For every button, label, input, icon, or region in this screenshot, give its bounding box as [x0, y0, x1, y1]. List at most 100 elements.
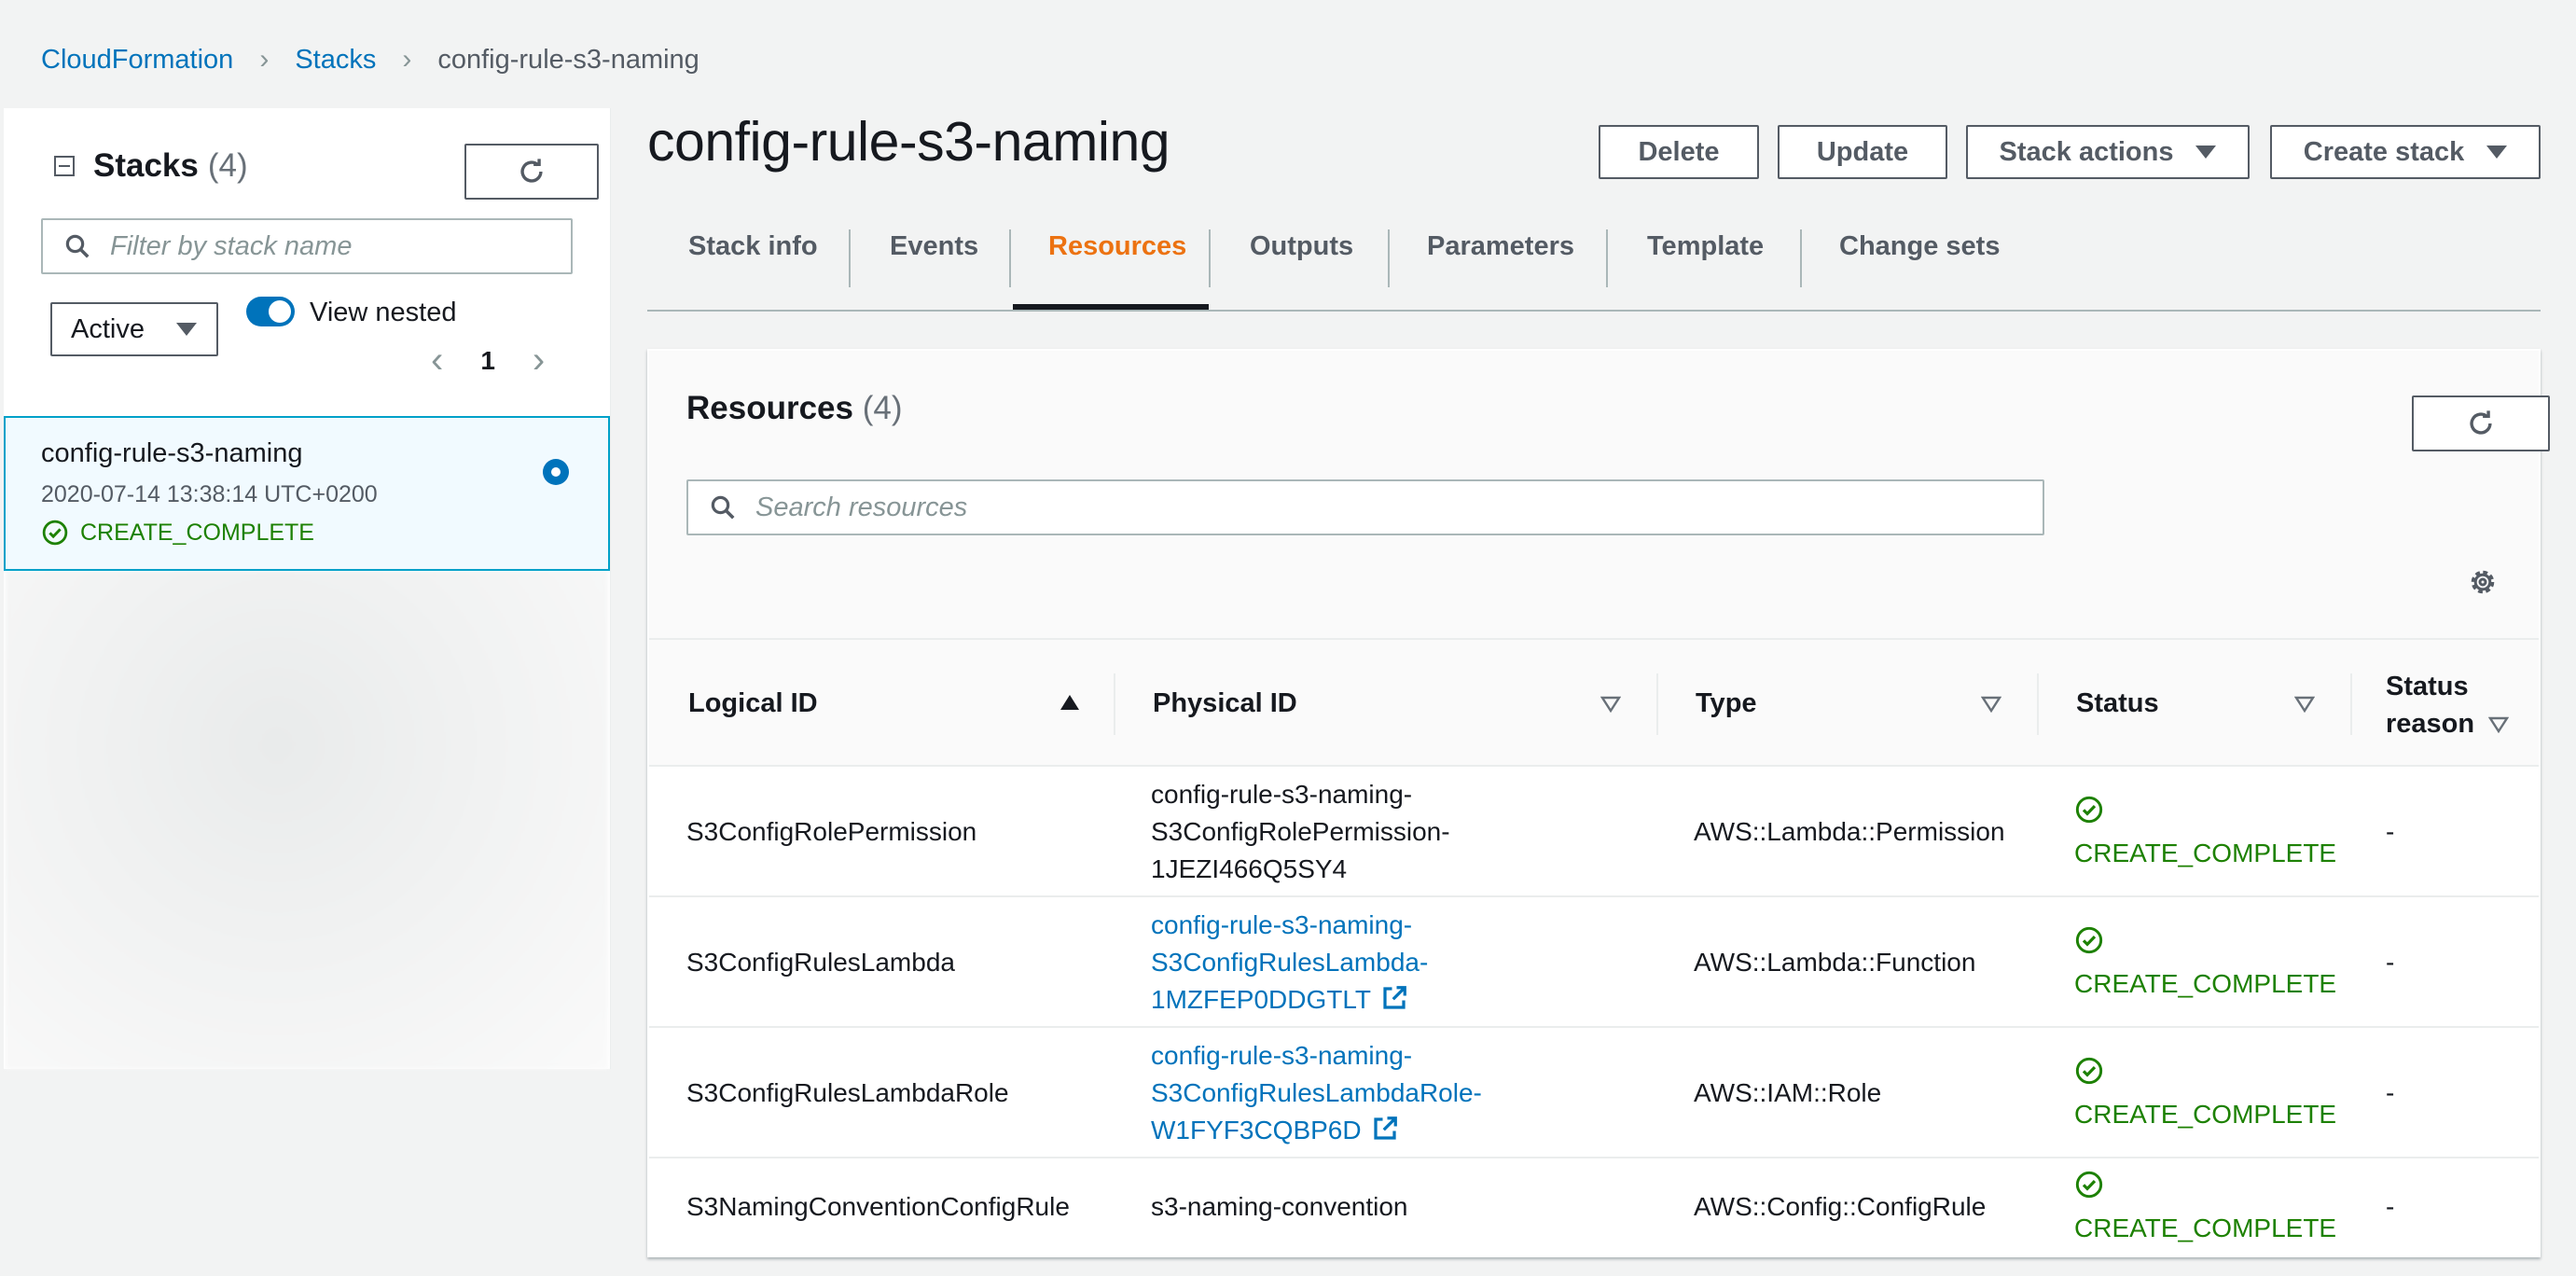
- row-logical-id: S3ConfigRulesLambda: [686, 948, 955, 977]
- view-nested-label: View nested: [310, 298, 457, 327]
- refresh-icon: [2470, 410, 2492, 435]
- breadcrumb-chevron-icon: ›: [402, 44, 412, 75]
- row-status-text: CREATE_COMPLETE: [2074, 839, 2337, 867]
- stack-actions-label: Stack actions: [1999, 136, 2174, 167]
- row-physical-id: config-rule-s3-naming- S3ConfigRolePermi…: [1151, 776, 1450, 888]
- stack-select-radio[interactable]: [543, 459, 569, 485]
- refresh-icon: [520, 159, 543, 183]
- search-icon: [711, 495, 735, 520]
- column-status-reason[interactable]: Status reason: [2386, 668, 2474, 742]
- tab-change-sets[interactable]: Change sets: [1839, 183, 2000, 310]
- physical-id-line: S3ConfigRulesLambda-: [1151, 948, 1429, 977]
- tab-resources[interactable]: Resources: [1048, 183, 1186, 310]
- toggle-knob: [269, 300, 291, 323]
- row-type: AWS::Config::ConfigRule: [1694, 1192, 1987, 1221]
- column-status[interactable]: Status: [2076, 688, 2159, 719]
- caret-down-icon: [2486, 146, 2508, 159]
- search-icon: [65, 234, 90, 258]
- next-page-icon[interactable]: ›: [533, 340, 545, 381]
- row-status-reason: -: [2386, 948, 2395, 977]
- physical-id-line: config-rule-s3-naming-: [1151, 780, 1413, 809]
- caret-down-icon: [2195, 146, 2217, 159]
- row-logical-id: S3ConfigRolePermission: [686, 817, 977, 846]
- row-status: CREATE_COMPLETE: [2074, 925, 2336, 1003]
- pagination: ‹ 1 ›: [431, 340, 545, 381]
- page-title: config-rule-s3-naming: [647, 111, 1170, 173]
- row-status-reason: -: [2386, 1192, 2395, 1221]
- tab-divider: [1606, 229, 1608, 287]
- table-row: S3NamingConventionConfigRule s3-naming-c…: [649, 1158, 2539, 1255]
- tab-outputs[interactable]: Outputs: [1250, 183, 1353, 310]
- tab-events[interactable]: Events: [890, 183, 978, 310]
- caret-down-icon: [175, 323, 197, 336]
- physical-id-line: config-rule-s3-naming-: [1151, 1041, 1413, 1070]
- active-tab-indicator: [1013, 304, 1209, 310]
- row-logical-id: S3NamingConventionConfigRule: [686, 1192, 1070, 1221]
- resources-search-input[interactable]: Search resources: [686, 479, 2044, 535]
- sort-ascending-icon[interactable]: [1059, 694, 1080, 711]
- physical-id-line: 1JEZI466Q5SY4: [1151, 854, 1348, 883]
- breadcrumb-cloudformation[interactable]: CloudFormation: [41, 45, 233, 76]
- sort-icon[interactable]: [1600, 696, 1621, 713]
- row-status-text: CREATE_COMPLETE: [2074, 969, 2337, 998]
- previous-page-icon[interactable]: ‹: [431, 340, 443, 381]
- check-circle-icon: [42, 520, 68, 546]
- page-number[interactable]: 1: [480, 346, 495, 376]
- collapse-icon[interactable]: [54, 156, 75, 176]
- row-type: AWS::Lambda::Permission: [1694, 817, 2005, 846]
- resources-title: Resources (4): [686, 390, 903, 427]
- column-physical-id[interactable]: Physical ID: [1153, 688, 1297, 719]
- row-status: CREATE_COMPLETE: [2074, 795, 2336, 872]
- stacks-panel-title: Stacks (4): [54, 147, 248, 185]
- stack-status-select[interactable]: Active: [50, 302, 218, 356]
- resources-title-text: Resources: [686, 390, 853, 426]
- resources-table-header: Logical ID Physical ID Type Status Statu…: [649, 638, 2539, 767]
- stack-actions-button[interactable]: Stack actions: [1966, 125, 2250, 179]
- column-divider: [2350, 673, 2352, 735]
- row-type: AWS::Lambda::Function: [1694, 948, 1976, 977]
- stack-tabs: Stack info Events Resources Outputs Para…: [647, 183, 2541, 312]
- row-status-reason: -: [2386, 817, 2395, 846]
- row-status-text: CREATE_COMPLETE: [2074, 1100, 2337, 1129]
- column-type[interactable]: Type: [1696, 688, 1757, 719]
- view-nested-toggle[interactable]: [246, 297, 295, 326]
- column-logical-id[interactable]: Logical ID: [688, 688, 818, 719]
- breadcrumb-stacks[interactable]: Stacks: [295, 45, 376, 76]
- stacks-refresh-button[interactable]: [464, 144, 599, 200]
- resources-refresh-button[interactable]: [2412, 395, 2550, 451]
- update-button-label: Update: [1816, 136, 1909, 167]
- check-circle-icon: [2075, 796, 2103, 824]
- delete-button-label: Delete: [1638, 136, 1720, 167]
- update-button[interactable]: Update: [1778, 125, 1947, 179]
- sort-icon[interactable]: [2294, 696, 2315, 713]
- stack-item-created: 2020-07-14 13:38:14 UTC+0200: [41, 481, 378, 507]
- check-circle-icon: [2075, 926, 2103, 954]
- sort-icon[interactable]: [1981, 696, 2001, 713]
- create-stack-button[interactable]: Create stack: [2270, 125, 2541, 179]
- row-physical-id-link[interactable]: config-rule-s3-naming- S3ConfigRulesLamb…: [1151, 1037, 1482, 1149]
- physical-id-line: 1MZFEP0DDGTLT: [1151, 985, 1371, 1014]
- row-type: AWS::IAM::Role: [1694, 1078, 1882, 1107]
- tab-divider: [1800, 229, 1802, 287]
- breadcrumb: CloudFormation › Stacks › config-rule-s3…: [41, 41, 699, 78]
- breadcrumb-chevron-icon: ›: [259, 44, 270, 75]
- external-link-icon: [1383, 986, 1406, 1009]
- stack-filter-input[interactable]: Filter by stack name: [41, 218, 573, 274]
- gear-icon[interactable]: [2466, 565, 2500, 599]
- row-physical-id-link[interactable]: config-rule-s3-naming- S3ConfigRulesLamb…: [1151, 907, 1428, 1019]
- tab-parameters[interactable]: Parameters: [1427, 183, 1574, 310]
- row-logical-id: S3ConfigRulesLambdaRole: [686, 1078, 1009, 1107]
- tab-stack-info[interactable]: Stack info: [688, 183, 818, 310]
- table-row: S3ConfigRolePermission config-rule-s3-na…: [649, 767, 2539, 897]
- row-status: CREATE_COMPLETE: [2074, 1170, 2336, 1247]
- physical-id-line: S3ConfigRolePermission-: [1151, 817, 1450, 846]
- delete-button[interactable]: Delete: [1599, 125, 1759, 179]
- radio-dot: [551, 467, 561, 477]
- column-status-reason-line2: reason: [2386, 709, 2475, 739]
- stacks-count: (4): [207, 147, 248, 184]
- stack-item-status: CREATE_COMPLETE: [41, 519, 314, 547]
- row-status-reason: -: [2386, 1078, 2395, 1107]
- sort-icon[interactable]: [2488, 716, 2509, 733]
- tab-divider: [1009, 229, 1011, 287]
- tab-template[interactable]: Template: [1647, 183, 1764, 310]
